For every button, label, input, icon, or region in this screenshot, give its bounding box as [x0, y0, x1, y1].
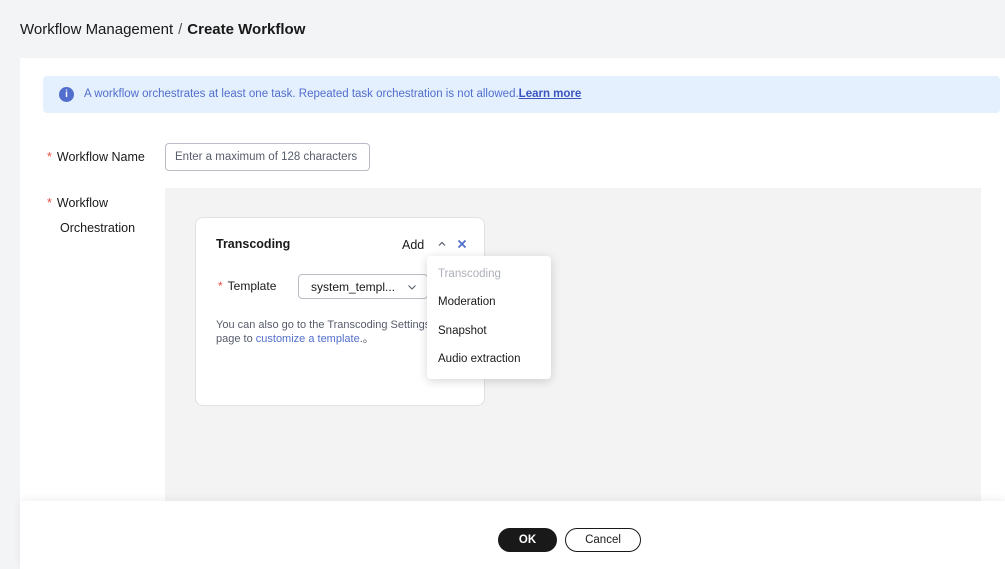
info-icon: i	[59, 87, 74, 102]
workflow-name-input[interactable]	[165, 143, 370, 171]
chevron-down-icon	[408, 285, 416, 290]
customize-template-link[interactable]: customize a template	[256, 333, 360, 345]
required-mark: *	[218, 279, 223, 293]
cancel-button[interactable]: Cancel	[565, 528, 641, 552]
required-mark: *	[47, 196, 52, 210]
template-hint: You can also go to the Transcoding Setti…	[216, 318, 427, 348]
workflow-name-label-text: Workflow Name	[56, 150, 145, 164]
menu-item-moderation[interactable]: Moderation	[438, 296, 496, 308]
breadcrumb-separator: /	[178, 21, 183, 38]
footer-bar: OK Cancel	[20, 501, 1005, 569]
page-title: Create Workflow	[187, 21, 306, 38]
hint-prefix: page to	[216, 333, 256, 345]
hint-line2: page to customize a template.。	[216, 332, 427, 346]
workflow-name-label: * Workflow Name	[47, 150, 145, 164]
orchestration-label-line1: Workflow	[56, 196, 109, 210]
template-label-text: Template	[227, 279, 277, 293]
notice-text: A workflow orchestrates at least one tas…	[84, 88, 519, 100]
add-task-dropdown: Transcoding Moderation Snapshot Audio ex…	[427, 256, 551, 379]
required-mark: *	[47, 150, 52, 164]
breadcrumb: Workflow Management / Create Workflow	[20, 21, 305, 38]
template-select[interactable]: system_templ...	[298, 274, 428, 299]
notice-text-wrap: A workflow orchestrates at least one tas…	[84, 88, 581, 100]
menu-item-transcoding: Transcoding	[438, 268, 501, 280]
template-select-value: system_templ...	[311, 280, 396, 294]
chevron-up-icon[interactable]	[436, 238, 448, 250]
workflow-orchestration-label: * Workflow	[47, 196, 108, 210]
hint-suffix: .。	[359, 333, 374, 345]
info-notice: i A workflow orchestrates at least one t…	[43, 76, 1000, 113]
learn-more-link[interactable]: Learn more	[519, 88, 582, 100]
orchestration-label-line2: Orchestration	[60, 221, 136, 235]
add-task-button[interactable]: Add	[402, 238, 424, 252]
template-label: * Template	[218, 279, 276, 293]
menu-item-audio-extraction[interactable]: Audio extraction	[438, 353, 520, 365]
breadcrumb-parent[interactable]: Workflow Management	[20, 21, 173, 38]
task-title: Transcoding	[216, 237, 291, 251]
hint-line1: You can also go to the Transcoding Setti…	[216, 319, 427, 331]
page-header: Workflow Management / Create Workflow	[0, 0, 1005, 58]
close-icon[interactable]	[456, 238, 468, 250]
ok-button[interactable]: OK	[498, 528, 557, 552]
menu-item-snapshot[interactable]: Snapshot	[438, 325, 487, 337]
